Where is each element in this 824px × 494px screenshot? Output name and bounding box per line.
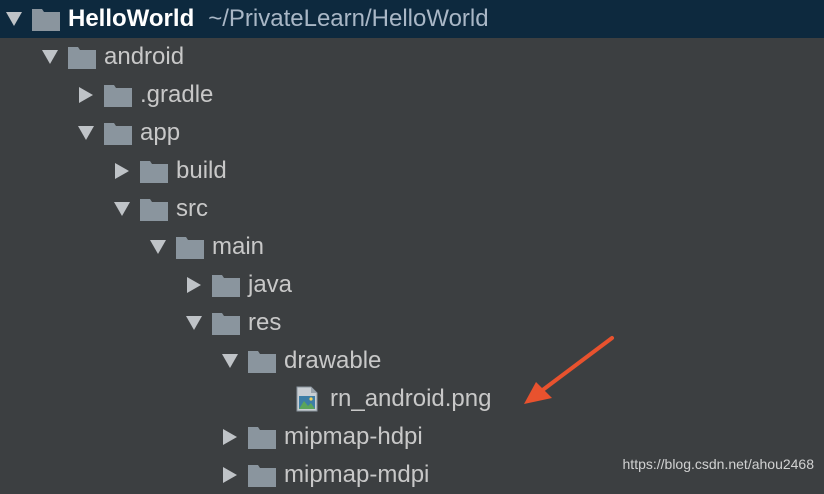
tree-row-gradle[interactable]: .gradle bbox=[0, 76, 824, 114]
folder-icon bbox=[248, 425, 276, 449]
folder-icon bbox=[248, 463, 276, 487]
tree-row-res[interactable]: res bbox=[0, 304, 824, 342]
folder-icon bbox=[68, 45, 96, 69]
tree-row-label: .gradle bbox=[140, 81, 214, 108]
collapse-arrow-icon[interactable] bbox=[108, 152, 136, 190]
folder-icon bbox=[104, 83, 132, 107]
tree-row-label: drawable bbox=[284, 347, 382, 374]
expand-arrow-icon[interactable] bbox=[36, 38, 64, 76]
folder-icon bbox=[32, 7, 60, 31]
tree-row-label: rn_android.png bbox=[330, 385, 492, 412]
annotation-arrow-icon bbox=[524, 336, 614, 404]
collapse-arrow-icon[interactable] bbox=[180, 266, 208, 304]
tree-row-label: main bbox=[212, 233, 265, 260]
folder-icon bbox=[140, 159, 168, 183]
tree-row-app[interactable]: app bbox=[0, 114, 824, 152]
tree-row-src[interactable]: src bbox=[0, 190, 824, 228]
image-file-icon bbox=[296, 386, 318, 412]
collapse-arrow-icon[interactable] bbox=[216, 456, 244, 494]
tree-row-label: java bbox=[248, 271, 293, 298]
expand-arrow-icon[interactable] bbox=[216, 342, 244, 380]
tree-row-root[interactable]: HelloWorld ~/PrivateLearn/HelloWorld bbox=[0, 0, 824, 38]
collapse-arrow-icon[interactable] bbox=[216, 418, 244, 456]
folder-icon bbox=[212, 273, 240, 297]
tree-row-drawable[interactable]: drawable bbox=[0, 342, 824, 380]
tree-row-java[interactable]: java bbox=[0, 266, 824, 304]
expand-arrow-icon[interactable] bbox=[144, 228, 172, 266]
watermark: https://blog.csdn.net/ahou2468 bbox=[622, 456, 814, 472]
tree-row-label: HelloWorld bbox=[68, 5, 195, 32]
tree-row-android[interactable]: android bbox=[0, 38, 824, 76]
expand-arrow-icon[interactable] bbox=[180, 304, 208, 342]
tree-row-label: build bbox=[176, 157, 227, 184]
tree-row-label: app bbox=[140, 119, 181, 146]
folder-icon bbox=[212, 311, 240, 335]
tree-row-rn-android-png[interactable]: rn_android.png bbox=[0, 380, 824, 418]
tree-row-label: src bbox=[176, 195, 208, 222]
folder-icon bbox=[176, 235, 204, 259]
tree-row-label: res bbox=[248, 309, 282, 336]
tree-row-label: android bbox=[104, 43, 185, 70]
tree-row-mipmap-hdpi[interactable]: mipmap-hdpi bbox=[0, 418, 824, 456]
expand-arrow-icon[interactable] bbox=[108, 190, 136, 228]
folder-icon bbox=[248, 349, 276, 373]
folder-icon bbox=[140, 197, 168, 221]
collapse-arrow-icon[interactable] bbox=[72, 76, 100, 114]
tree-row-label: mipmap-mdpi bbox=[284, 461, 430, 488]
tree-row-build[interactable]: build bbox=[0, 152, 824, 190]
tree-row-label: mipmap-hdpi bbox=[284, 423, 423, 450]
expand-arrow-icon[interactable] bbox=[0, 0, 28, 38]
tree-row-main[interactable]: main bbox=[0, 228, 824, 266]
project-path: ~/PrivateLearn/HelloWorld bbox=[208, 5, 489, 32]
expand-arrow-icon[interactable] bbox=[72, 114, 100, 152]
folder-icon bbox=[104, 121, 132, 145]
project-tree: HelloWorld ~/PrivateLearn/HelloWorld and… bbox=[0, 0, 824, 488]
